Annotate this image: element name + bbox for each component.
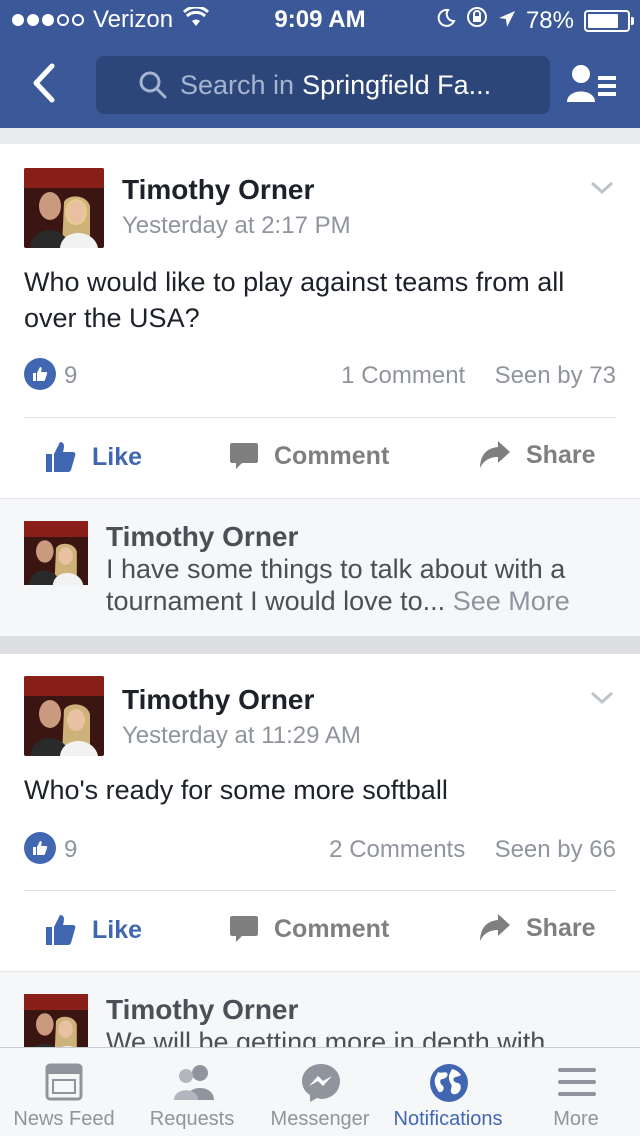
like-count[interactable]: 9 [64, 836, 77, 864]
like-button[interactable]: Like [44, 440, 142, 474]
battery-percent: 78% [525, 6, 574, 34]
group-members-button[interactable] [566, 62, 618, 111]
post-card: Timothy Orner Yesterday at 11:29 AM Who'… [0, 654, 640, 972]
avatar[interactable] [24, 521, 88, 585]
seen-count[interactable]: Seen by 66 [495, 836, 616, 863]
comment-count[interactable]: 1 Comment [341, 362, 465, 389]
share-button[interactable]: Share [478, 440, 595, 470]
post-author[interactable]: Timothy Orner [122, 174, 314, 206]
post-text: Who would like to play against teams fro… [24, 267, 565, 333]
share-button[interactable]: Share [478, 913, 595, 943]
comment-text: I have some things to talk about with a … [106, 553, 626, 617]
messenger-icon [302, 1064, 340, 1102]
search-icon [138, 70, 168, 107]
search-term: Springfield Fa... [302, 69, 492, 100]
search-prefix: Search in [180, 69, 295, 100]
share-label: Share [526, 913, 596, 942]
comment-button[interactable]: Comment [228, 913, 389, 945]
like-reaction-icon[interactable] [24, 832, 56, 864]
tab-label: Requests [149, 1108, 235, 1130]
top-bar: Verizon 9:09 AM 78% Search in Springfiel… [0, 0, 640, 128]
post-author[interactable]: Timothy Orner [122, 684, 314, 716]
post-options-button[interactable] [590, 690, 614, 711]
chevron-left-icon [33, 63, 55, 103]
menu-icon [558, 1068, 596, 1096]
tab-label: Notifications [393, 1108, 503, 1130]
battery-icon [584, 9, 634, 32]
see-more-link[interactable]: See More [453, 586, 570, 616]
like-reaction-icon[interactable] [24, 358, 56, 390]
comment-preview[interactable]: Timothy Orner We will be getting more in… [0, 971, 640, 1051]
comment-bubble-icon [230, 443, 258, 469]
post-stats: 1 Comment Seen by 73 [341, 362, 616, 390]
share-arrow-icon [480, 914, 510, 941]
avatar[interactable] [24, 168, 104, 248]
share-arrow-icon [480, 441, 510, 468]
comment-author[interactable]: Timothy Orner [106, 994, 298, 1026]
tab-news-feed[interactable]: News Feed [0, 1048, 128, 1136]
post-options-button[interactable] [590, 180, 614, 201]
like-label: Like [92, 915, 143, 944]
divider [24, 890, 616, 891]
share-label: Share [526, 440, 596, 469]
requests-icon [174, 1065, 214, 1100]
chevron-down-icon [590, 181, 614, 195]
news-feed-icon [45, 1063, 83, 1101]
person-list-icon [567, 65, 616, 102]
comment-button[interactable]: Comment [228, 440, 389, 472]
tab-bar: News Feed Requests Messenger Notificatio… [0, 1047, 640, 1136]
comment-author[interactable]: Timothy Orner [106, 521, 298, 553]
tab-notifications[interactable]: Notifications [384, 1048, 512, 1136]
post-timestamp[interactable]: Yesterday at 11:29 AM [122, 722, 361, 750]
post-timestamp[interactable]: Yesterday at 2:17 PM [122, 212, 351, 240]
search-input[interactable]: Search in Springfield Fa... [96, 56, 550, 114]
post-card: Timothy Orner Yesterday at 2:17 PM Who w… [0, 144, 640, 498]
comment-bubble-icon [230, 916, 258, 942]
location-icon [498, 7, 516, 35]
avatar[interactable] [24, 676, 104, 756]
seen-count[interactable]: Seen by 73 [495, 362, 616, 389]
tab-label: News Feed [13, 1108, 115, 1130]
globe-icon [430, 1064, 468, 1102]
feed-separator [0, 636, 640, 654]
status-right: 78% [436, 6, 634, 35]
tab-more[interactable]: More [512, 1048, 640, 1136]
battery-fill [588, 13, 618, 28]
status-bar: Verizon 9:09 AM 78% [0, 0, 640, 40]
comment-label: Comment [274, 914, 390, 943]
moon-icon [436, 7, 456, 35]
thumbs-up-icon [46, 915, 76, 945]
tab-messenger[interactable]: Messenger [256, 1048, 384, 1136]
divider [24, 417, 616, 418]
chevron-down-icon [590, 691, 614, 705]
comment-count[interactable]: 2 Comments [329, 836, 465, 863]
tab-requests[interactable]: Requests [128, 1048, 256, 1136]
tab-label: Messenger [270, 1108, 370, 1130]
avatar[interactable] [24, 994, 88, 1051]
like-label: Like [92, 442, 143, 471]
like-button[interactable]: Like [44, 913, 142, 947]
comment-preview[interactable]: Timothy Orner I have some things to talk… [0, 498, 640, 636]
post-text: Who's ready for some more softball [24, 775, 448, 805]
like-count[interactable]: 9 [64, 362, 77, 390]
comment-label: Comment [274, 441, 390, 470]
back-button[interactable] [28, 62, 58, 109]
rotation-lock-icon [466, 6, 488, 35]
tab-label: More [553, 1108, 599, 1130]
post-stats: 2 Comments Seen by 66 [329, 836, 616, 864]
thumbs-up-icon [46, 442, 76, 472]
